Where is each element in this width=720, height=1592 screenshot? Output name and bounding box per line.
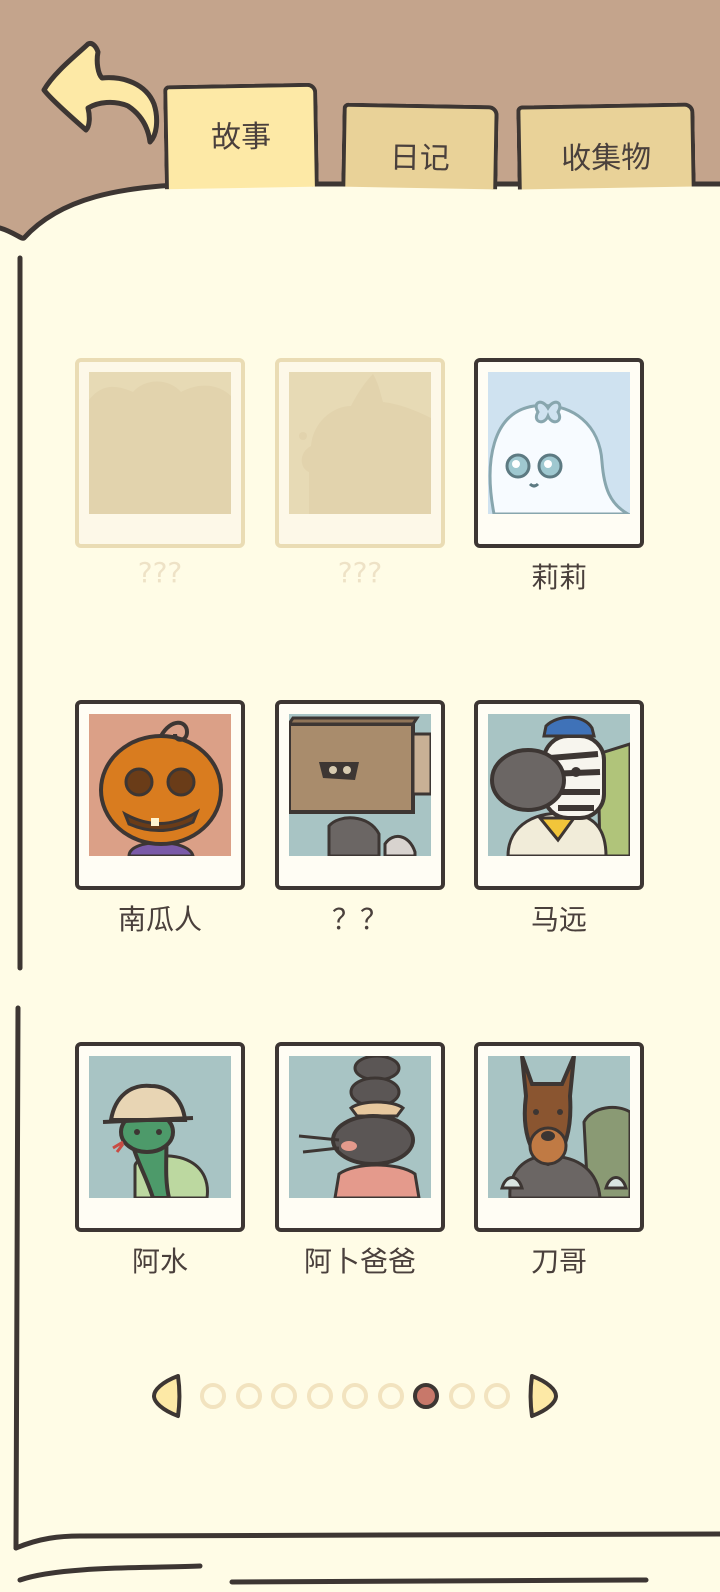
character-name: ？？ [331,903,388,936]
page-dot-8[interactable] [448,1383,475,1409]
character-name: 阿水 [131,1245,188,1278]
snake-with-hat-icon [89,1056,231,1198]
character-name: 阿卜爸爸 [303,1245,416,1278]
character-card-locked-2[interactable]: ??? [275,358,445,589]
page-dot-6[interactable] [377,1383,404,1409]
doberman-icon [488,1056,630,1198]
character-name: ??? [337,556,383,589]
page-indicator [150,1372,570,1420]
character-card-ma-yuan[interactable]: 马远 [474,700,644,936]
zebra-icon [488,714,630,856]
character-card-abu-dad[interactable]: 阿卜爸爸 [275,1042,445,1278]
ghost-with-bow-icon [488,372,630,514]
tab-story[interactable]: 故事 [163,82,319,190]
page-dot-1[interactable] [200,1383,226,1409]
chevron-left-icon [152,1374,182,1418]
character-card-locked-1[interactable]: ??? [75,358,245,589]
character-name: 马远 [530,903,587,936]
page-dot-3[interactable] [271,1383,297,1409]
page-dot-4[interactable] [306,1383,333,1409]
tab-story-label: 故事 [210,119,272,156]
character-grid: ??? ??? 莉莉 南瓜人 ？？ 马远 阿水 阿卜爸爸 刀哥 [0,0,720,1592]
character-name: 莉莉 [530,561,587,594]
page-dot-5[interactable] [342,1383,368,1409]
page-dot-7[interactable] [413,1383,439,1409]
locked-silhouette-icon [289,372,431,514]
character-card-dao-ge[interactable]: 刀哥 [474,1042,644,1278]
character-name: ??? [137,556,183,589]
character-card-lily[interactable]: 莉莉 [474,358,644,594]
character-card-a-shui[interactable]: 阿水 [75,1042,245,1278]
character-card-pumpkin-man[interactable]: 南瓜人 [75,700,245,936]
chevron-right-icon [528,1374,558,1418]
page-dot-2[interactable] [235,1383,262,1409]
character-name: 刀哥 [530,1245,587,1278]
character-name: 南瓜人 [117,903,202,936]
previous-page-button[interactable] [150,1372,184,1420]
pumpkin-head-icon [89,714,231,856]
box-head-icon [289,714,431,856]
locked-silhouette-icon [89,372,231,514]
character-card-unknown[interactable]: ？？ [275,700,445,936]
next-page-button[interactable] [526,1372,560,1420]
rat-stack-icon [289,1056,431,1198]
page-dot-9[interactable] [484,1383,510,1409]
